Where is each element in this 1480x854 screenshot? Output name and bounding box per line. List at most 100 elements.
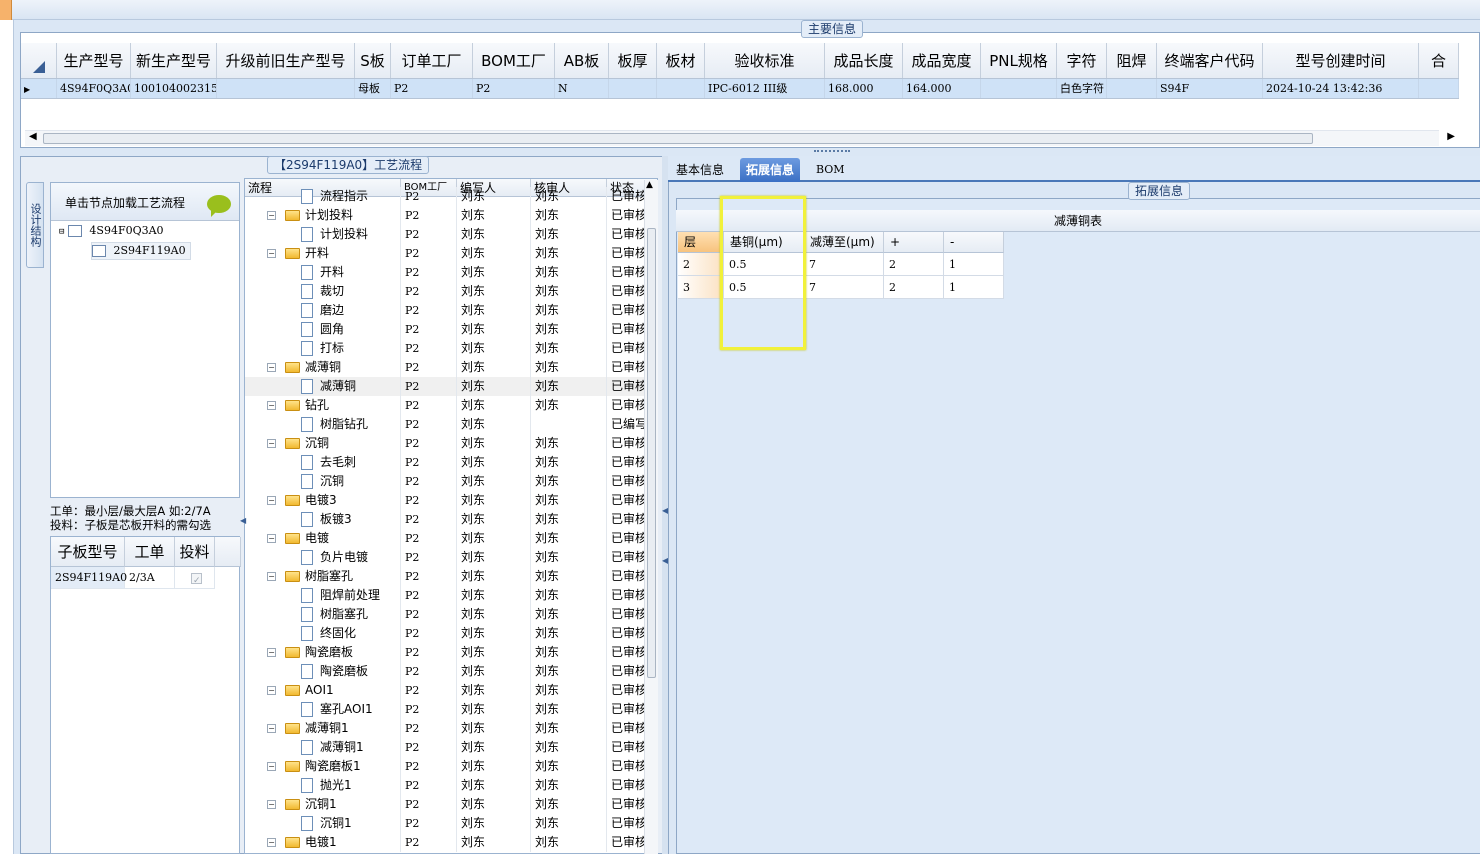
flow-writer-cell[interactable]: 刘东	[457, 244, 531, 263]
flow-name-cell[interactable]: 树脂塞孔	[245, 605, 401, 624]
flow-row[interactable]: 圆角 P2 刘东 刘东 已审核	[245, 320, 647, 339]
flow-reviewer-cell[interactable]: 刘东	[531, 320, 607, 339]
flow-writer-cell[interactable]: 刘东	[457, 301, 531, 320]
scroll-right-icon[interactable]: ▶	[1447, 131, 1455, 142]
order-cell[interactable]: 2/3A	[125, 567, 175, 589]
feed-cell[interactable]	[175, 567, 215, 592]
col-sub-model[interactable]: 子板型号	[51, 537, 125, 567]
cell[interactable]: 2024-10-24 13:42:36	[1263, 79, 1419, 98]
flow-writer-cell[interactable]: 刘东	[457, 795, 531, 814]
col-header[interactable]: 验收标准	[705, 43, 825, 78]
flow-reviewer-cell[interactable]: 刘东	[531, 187, 607, 206]
flow-reviewer-cell[interactable]: 刘东	[531, 681, 607, 700]
flow-row[interactable]: − 沉铜 P2 刘东 刘东 已审核	[245, 434, 647, 453]
flow-reviewer-cell[interactable]: 刘东	[531, 700, 607, 719]
collapse-icon[interactable]: −	[267, 686, 276, 695]
collapse-icon[interactable]: −	[267, 249, 276, 258]
flow-writer-cell[interactable]: 刘东	[457, 453, 531, 472]
flow-name-cell[interactable]: − 电镀1	[245, 833, 401, 852]
flow-name-cell[interactable]: 打标	[245, 339, 401, 358]
tab-basic-info[interactable]: 基本信息	[670, 158, 730, 182]
flow-reviewer-cell[interactable]: 刘东	[531, 263, 607, 282]
flow-factory-cell[interactable]: P2	[401, 795, 457, 814]
flow-factory-cell[interactable]: P2	[401, 206, 457, 225]
flow-reviewer-cell[interactable]: 刘东	[531, 244, 607, 263]
flow-factory-cell[interactable]: P2	[401, 263, 457, 282]
flow-writer-cell[interactable]: 刘东	[457, 320, 531, 339]
flow-row[interactable]: − 电镀 P2 刘东 刘东 已审核	[245, 529, 647, 548]
flow-name-cell[interactable]: − 沉铜1	[245, 795, 401, 814]
flow-factory-cell[interactable]: P2	[401, 814, 457, 833]
cell[interactable]	[609, 79, 657, 98]
tree-node-child[interactable]: 2S94F119A0	[91, 242, 191, 260]
col-order[interactable]: 工单	[125, 537, 175, 567]
flow-name-cell[interactable]: − 计划投料	[245, 206, 401, 225]
flow-name-cell[interactable]: − AOI1	[245, 681, 401, 700]
flow-writer-cell[interactable]: 刘东	[457, 415, 531, 434]
flow-writer-cell[interactable]: 刘东	[457, 738, 531, 757]
flow-name-cell[interactable]: 阻焊前处理	[245, 586, 401, 605]
col-header[interactable]: 终端客户代码	[1157, 43, 1263, 78]
flow-reviewer-cell[interactable]: 刘东	[531, 358, 607, 377]
col-header[interactable]: S板	[355, 43, 391, 78]
flow-reviewer-cell[interactable]	[531, 415, 607, 434]
flow-factory-cell[interactable]: P2	[401, 738, 457, 757]
flow-name-cell[interactable]: − 电镀3	[245, 491, 401, 510]
col-header[interactable]: 订单工厂	[391, 43, 473, 78]
feed-checkbox[interactable]	[191, 570, 202, 592]
flow-factory-cell[interactable]: P2	[401, 282, 457, 301]
flow-factory-cell[interactable]: P2	[401, 776, 457, 795]
flow-writer-cell[interactable]: 刘东	[457, 225, 531, 244]
flow-row[interactable]: − 减薄铜1 P2 刘东 刘东 已审核	[245, 719, 647, 738]
flow-reviewer-cell[interactable]: 刘东	[531, 833, 607, 852]
flow-row[interactable]: − 电镀3 P2 刘东 刘东 已审核	[245, 491, 647, 510]
flow-name-cell[interactable]: 塞孔AOI1	[245, 700, 401, 719]
flow-name-cell[interactable]: − 陶瓷磨板1	[245, 757, 401, 776]
flow-reviewer-cell[interactable]: 刘东	[531, 605, 607, 624]
flow-name-cell[interactable]: 负片电镀	[245, 548, 401, 567]
flow-writer-cell[interactable]: 刘东	[457, 529, 531, 548]
flow-writer-cell[interactable]: 刘东	[457, 339, 531, 358]
flow-row[interactable]: 阻焊前处理 P2 刘东 刘东 已审核	[245, 586, 647, 605]
cell[interactable]: P2	[473, 79, 555, 98]
flow-writer-cell[interactable]: 刘东	[457, 377, 531, 396]
ext-col-header[interactable]: -	[944, 232, 1004, 253]
ext-cell[interactable]: 2	[884, 276, 944, 299]
flow-factory-cell[interactable]: P2	[401, 548, 457, 567]
flow-writer-cell[interactable]: 刘东	[457, 814, 531, 833]
flow-row[interactable]: 塞孔AOI1 P2 刘东 刘东 已审核	[245, 700, 647, 719]
ext-cell[interactable]: 2	[884, 253, 944, 276]
main-grid-row[interactable]: ▶4S94F0Q3A010010400231576母板P2P2NIPC-6012…	[21, 79, 1459, 99]
flow-name-cell[interactable]: 开料	[245, 263, 401, 282]
flow-reviewer-cell[interactable]: 刘东	[531, 719, 607, 738]
flow-writer-cell[interactable]: 刘东	[457, 396, 531, 415]
scroll-thumb[interactable]	[43, 133, 1313, 144]
collapse-icon[interactable]: −	[267, 724, 276, 733]
flow-row[interactable]: 开料 P2 刘东 刘东 已审核	[245, 263, 647, 282]
collapse-icon[interactable]: −	[267, 363, 276, 372]
cell[interactable]: 164.000	[903, 79, 981, 98]
flow-writer-cell[interactable]: 刘东	[457, 187, 531, 206]
flow-reviewer-cell[interactable]: 刘东	[531, 434, 607, 453]
flow-name-cell[interactable]: 抛光1	[245, 776, 401, 795]
cell[interactable]: P2	[391, 79, 473, 98]
col-header[interactable]: 板材	[657, 43, 705, 78]
flow-name-cell[interactable]: 沉铜	[245, 472, 401, 491]
flow-writer-cell[interactable]: 刘东	[457, 491, 531, 510]
ext-col-header[interactable]: 减薄至(μm)	[804, 232, 884, 253]
flow-row[interactable]: 沉铜1 P2 刘东 刘东 已审核	[245, 814, 647, 833]
flow-writer-cell[interactable]: 刘东	[457, 548, 531, 567]
flow-row[interactable]: 沉铜 P2 刘东 刘东 已审核	[245, 472, 647, 491]
flow-reviewer-cell[interactable]: 刘东	[531, 662, 607, 681]
flow-writer-cell[interactable]: 刘东	[457, 472, 531, 491]
col-header[interactable]: 成品宽度	[903, 43, 981, 78]
flow-reviewer-cell[interactable]: 刘东	[531, 814, 607, 833]
ext-col-header[interactable]: +	[884, 232, 944, 253]
flow-name-cell[interactable]: 终固化	[245, 624, 401, 643]
flow-row[interactable]: 裁切 P2 刘东 刘东 已审核	[245, 282, 647, 301]
flow-name-cell[interactable]: − 沉铜	[245, 434, 401, 453]
flow-reviewer-cell[interactable]: 刘东	[531, 738, 607, 757]
flow-row[interactable]: 树脂钻孔 P2 刘东 已编写	[245, 415, 647, 434]
flow-reviewer-cell[interactable]: 刘东	[531, 453, 607, 472]
tab-bom[interactable]: BOM	[810, 158, 851, 182]
